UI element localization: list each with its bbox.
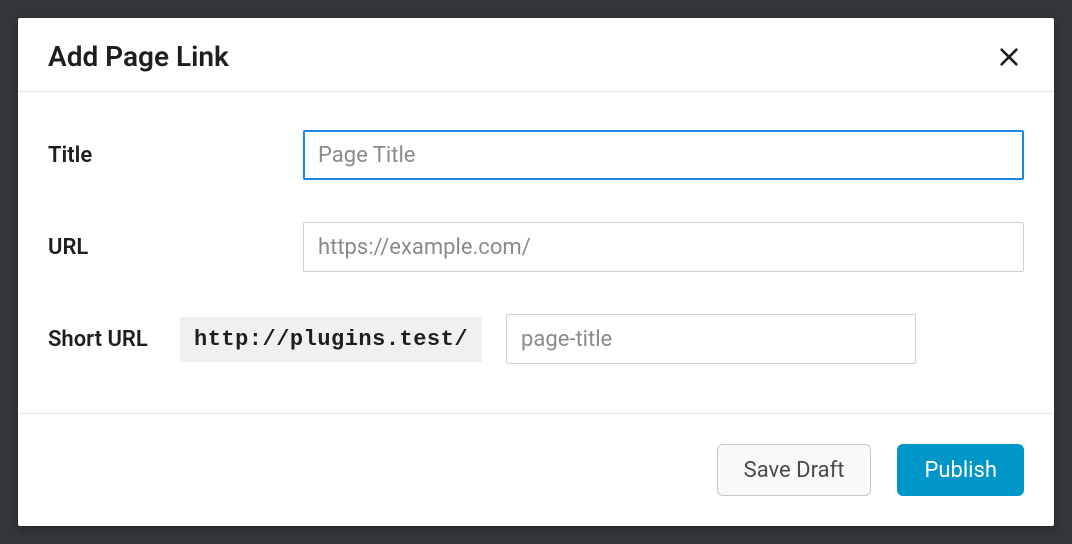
modal-header: Add Page Link	[18, 18, 1054, 92]
short-url-label: Short URL	[48, 327, 180, 352]
modal-title: Add Page Link	[48, 40, 229, 73]
add-page-link-modal: Add Page Link Title URL Short URL http:/…	[18, 18, 1054, 526]
title-input[interactable]	[303, 130, 1024, 180]
title-row: Title	[48, 130, 1024, 180]
title-label: Title	[48, 143, 303, 168]
close-button[interactable]	[994, 42, 1024, 72]
url-label: URL	[48, 235, 303, 260]
short-url-row: Short URL http://plugins.test/	[48, 314, 1024, 364]
url-input[interactable]	[303, 222, 1024, 272]
short-url-prefix: http://plugins.test/	[180, 317, 482, 362]
save-draft-button[interactable]: Save Draft	[717, 444, 872, 496]
modal-footer: Save Draft Publish	[18, 413, 1054, 526]
modal-body: Title URL Short URL http://plugins.test/	[18, 92, 1054, 413]
publish-button[interactable]: Publish	[897, 444, 1024, 496]
url-row: URL	[48, 222, 1024, 272]
short-url-input[interactable]	[506, 314, 916, 364]
close-icon	[998, 46, 1020, 68]
